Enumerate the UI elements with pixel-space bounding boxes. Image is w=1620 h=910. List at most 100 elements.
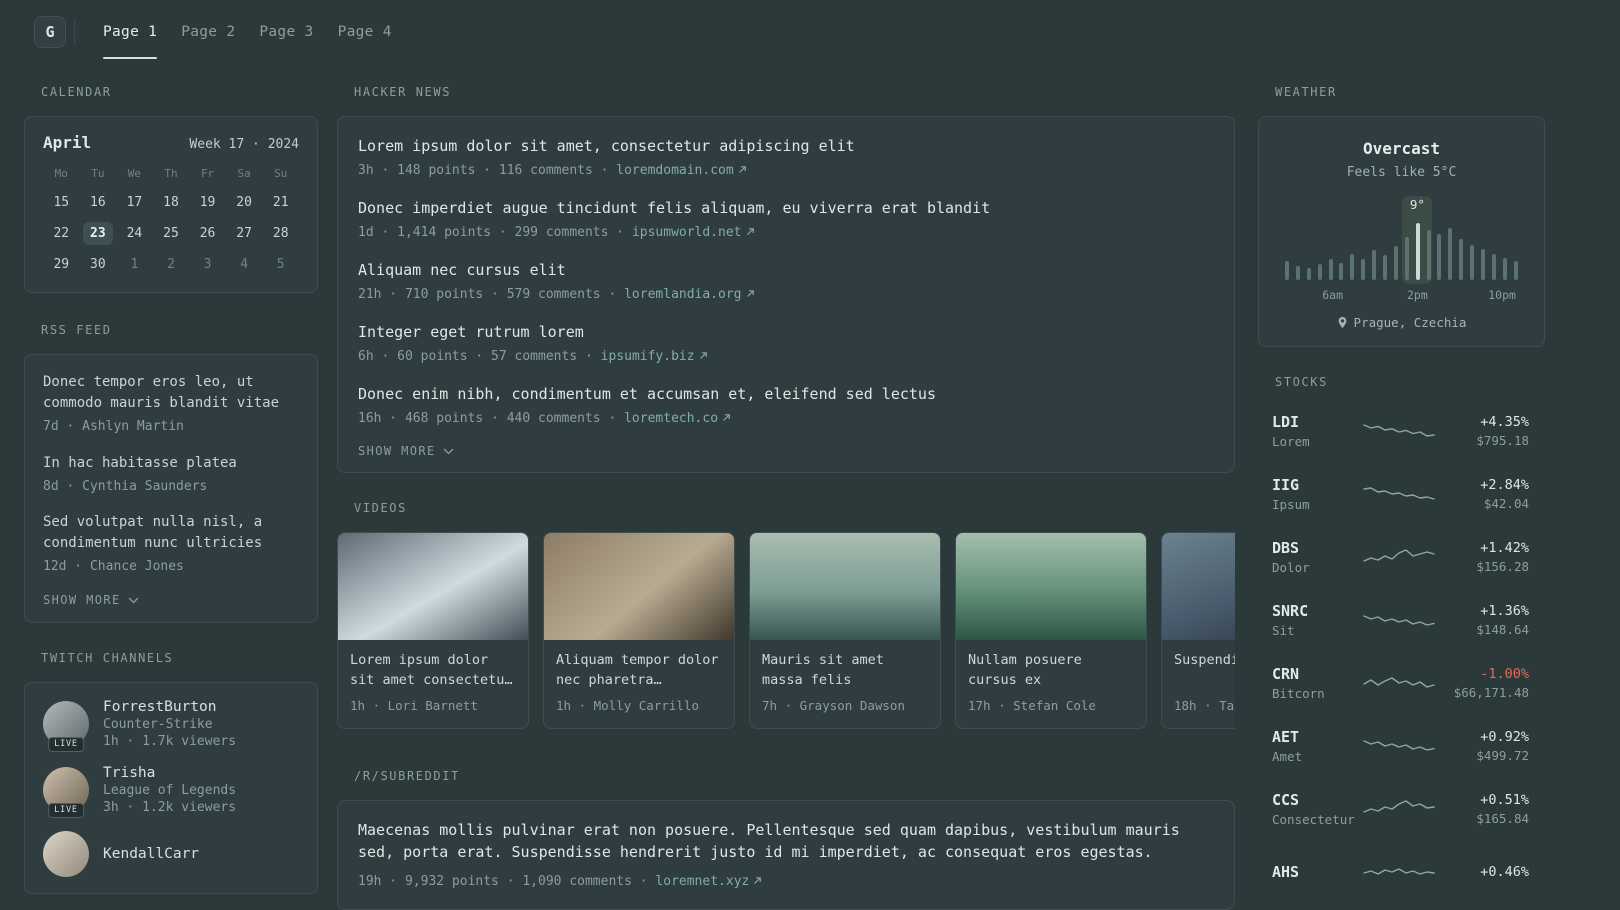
video-title[interactable]: Nullam posuere cursus ex xyxy=(968,650,1134,690)
rss-section: RSS FEED Donec tempor eros leo, ut commo… xyxy=(24,323,318,623)
videos-row: Lorem ipsum dolor sit amet consectetu… 1h… xyxy=(337,532,1235,729)
stock-ticker[interactable]: AHS xyxy=(1272,863,1360,881)
rss-item-meta: 12d · Chance Jones xyxy=(43,559,184,574)
page-tab[interactable]: Page 2 xyxy=(169,0,247,64)
weekday-header: Sa xyxy=(237,167,251,180)
twitch-channel[interactable]: KendallCarr xyxy=(43,830,299,877)
weather-bar xyxy=(1415,223,1420,280)
calendar-day: 16 xyxy=(90,195,106,210)
show-more-button[interactable]: SHOW MORE xyxy=(358,444,454,458)
video-card[interactable]: Suspendisse diam 18h · Tara xyxy=(1161,532,1235,729)
hn-item-title[interactable]: Donec imperdiet augue tincidunt felis al… xyxy=(358,197,1214,220)
hn-item-domain-link[interactable]: loremtech.co xyxy=(624,411,731,426)
page-tab[interactable]: Page 4 xyxy=(326,0,404,64)
hn-item-meta: 16h · 468 points · 440 comments · loremt… xyxy=(358,409,1214,429)
rss-item-meta: 7d · Ashlyn Martin xyxy=(43,419,184,434)
chevron-down-icon xyxy=(128,597,139,603)
stocks-list: LDI Lorem +4.35% $795.18 IIG Ipsum +2.84% $42.0… xyxy=(1258,406,1545,897)
location-pin-icon xyxy=(1338,317,1346,328)
stock-row[interactable]: SNRC Sit +1.36% $148.64 xyxy=(1272,595,1529,645)
stock-change: +0.51% xyxy=(1480,792,1529,808)
stock-ticker[interactable]: IIG xyxy=(1272,476,1360,494)
video-thumbnail[interactable] xyxy=(956,533,1146,640)
calendar-day: 26 xyxy=(199,226,216,241)
stock-sparkline xyxy=(1360,670,1437,696)
stock-row[interactable]: DBS Dolor +1.42% $156.28 xyxy=(1272,532,1529,582)
live-badge: LIVE xyxy=(48,802,84,818)
hn-item-title[interactable]: Integer eget rutrum lorem xyxy=(358,321,1214,344)
rss-item-title[interactable]: Donec tempor eros leo, ut commodo mauris… xyxy=(43,372,299,414)
video-card[interactable]: Nullam posuere cursus ex 17h · Stefan Col… xyxy=(955,532,1147,729)
stock-price: $499.72 xyxy=(1476,748,1529,763)
page-tabs: Page 1 Page 2 Page 3 Page 4 xyxy=(91,0,404,64)
channel-name[interactable]: ForrestBurton xyxy=(103,699,236,715)
channel-name[interactable]: Trisha xyxy=(103,765,236,781)
month-label: April xyxy=(43,133,92,152)
weather-condition: Overcast xyxy=(1362,139,1441,158)
video-thumbnail[interactable] xyxy=(750,533,940,640)
stock-ticker[interactable]: CCS xyxy=(1272,791,1360,809)
stock-row[interactable]: CRN Bitcorn -1.00% $66,171.48 xyxy=(1272,658,1529,708)
stock-ticker[interactable]: SNRC xyxy=(1272,602,1360,620)
hn-item-domain-link[interactable]: ipsumworld.net xyxy=(632,225,755,240)
twitch-channel[interactable]: LIVE ForrestBurton Counter-Strike 1h · 1.7k… xyxy=(43,699,299,752)
video-card[interactable]: Lorem ipsum dolor sit amet consectetu… 1h… xyxy=(337,532,529,729)
video-thumbnail[interactable] xyxy=(338,533,528,640)
weather-bar xyxy=(1448,228,1453,280)
subreddit-post-title[interactable]: Maecenas mollis pulvinar erat non posuer… xyxy=(358,819,1214,864)
video-title[interactable]: Mauris sit amet massa felis xyxy=(762,650,928,690)
logo[interactable]: G xyxy=(34,16,66,48)
stock-ticker[interactable]: DBS xyxy=(1272,539,1360,557)
video-title[interactable]: Lorem ipsum dolor sit amet consectetu… xyxy=(350,650,516,690)
weather-section-title: WEATHER xyxy=(1275,85,1337,99)
hn-item-title[interactable]: Lorem ipsum dolor sit amet, consectetur … xyxy=(358,135,1214,158)
stock-change: +2.84% xyxy=(1480,477,1529,493)
rss-item-meta: 8d · Cynthia Saunders xyxy=(43,478,208,494)
video-thumbnail[interactable] xyxy=(1162,533,1235,640)
rss-item-title[interactable]: In hac habitasse platea xyxy=(43,453,299,474)
videos-section-title: VIDEOS xyxy=(354,501,407,515)
stock-sparkline xyxy=(1360,481,1437,507)
weather-highlight-temp: 9° xyxy=(1409,197,1425,212)
subreddit-post-meta: 19h · 9,932 points · 1,090 comments · lo… xyxy=(358,872,1214,892)
rss-section-title: RSS FEED xyxy=(41,323,112,337)
twitch-channel[interactable]: LIVE Trisha League of Legends 3h · 1.2k vie… xyxy=(43,765,299,818)
weather-location: Prague, Czechia xyxy=(1353,315,1467,330)
page-tab[interactable]: Page 3 xyxy=(247,0,325,64)
stock-ticker[interactable]: LDI xyxy=(1272,413,1360,431)
video-card[interactable]: Mauris sit amet massa felis 7h · Grayson … xyxy=(749,532,941,729)
hn-item-title[interactable]: Aliquam nec cursus elit xyxy=(358,259,1214,282)
hn-item-domain-link[interactable]: ipsumify.biz xyxy=(601,349,708,364)
header-divider xyxy=(74,19,75,45)
show-more-button[interactable]: SHOW MORE xyxy=(43,593,139,607)
twitch-section: TWITCH CHANNELS LIVE ForrestBurton Counter… xyxy=(24,651,318,894)
stock-row[interactable]: LDI Lorem +4.35% $795.18 xyxy=(1272,406,1529,456)
stock-row[interactable]: AHS +0.46% xyxy=(1272,847,1529,897)
stock-row[interactable]: CCS Consectetur +0.51% $165.84 xyxy=(1272,784,1529,834)
hn-item-title[interactable]: Donec enim nibh, condimentum et accumsan… xyxy=(358,383,1214,406)
stock-change: +1.36% xyxy=(1480,603,1529,619)
calendar-day: 2 xyxy=(167,257,175,272)
weather-bar xyxy=(1470,245,1475,280)
video-title[interactable]: Aliquam tempor dolor nec pharetra… xyxy=(556,650,722,690)
video-thumbnail[interactable] xyxy=(544,533,734,640)
hn-item-domain-link[interactable]: loremdomain.com xyxy=(616,163,746,178)
subreddit-domain-link[interactable]: loremnet.xyz xyxy=(655,874,762,889)
weather-bar xyxy=(1317,264,1322,280)
stock-name: Amet xyxy=(1272,749,1303,764)
video-title[interactable]: Suspendisse diam xyxy=(1174,650,1235,690)
calendar-card: April Week 17 · 2024 Mo Tu We Th Fr Sa Su 15 16 1… xyxy=(24,116,318,293)
rss-item-title[interactable]: Sed volutpat nulla nisl, a condimentum n… xyxy=(43,512,299,554)
video-card[interactable]: Aliquam tempor dolor nec pharetra… 1h · M… xyxy=(543,532,735,729)
hn-item-domain-link[interactable]: loremlandia.org xyxy=(624,287,754,302)
stock-row[interactable]: IIG Ipsum +2.84% $42.04 xyxy=(1272,469,1529,519)
stock-row[interactable]: AET Amet +0.92% $499.72 xyxy=(1272,721,1529,771)
stock-ticker[interactable]: AET xyxy=(1272,728,1360,746)
channel-name[interactable]: KendallCarr xyxy=(103,846,199,862)
stock-sparkline xyxy=(1360,544,1437,570)
stock-ticker[interactable]: CRN xyxy=(1272,665,1360,683)
page-tab[interactable]: Page 1 xyxy=(91,0,169,64)
stock-sparkline xyxy=(1360,607,1437,633)
rss-item: Sed volutpat nulla nisl, a condimentum n… xyxy=(43,512,299,577)
weather-bar xyxy=(1393,246,1398,280)
